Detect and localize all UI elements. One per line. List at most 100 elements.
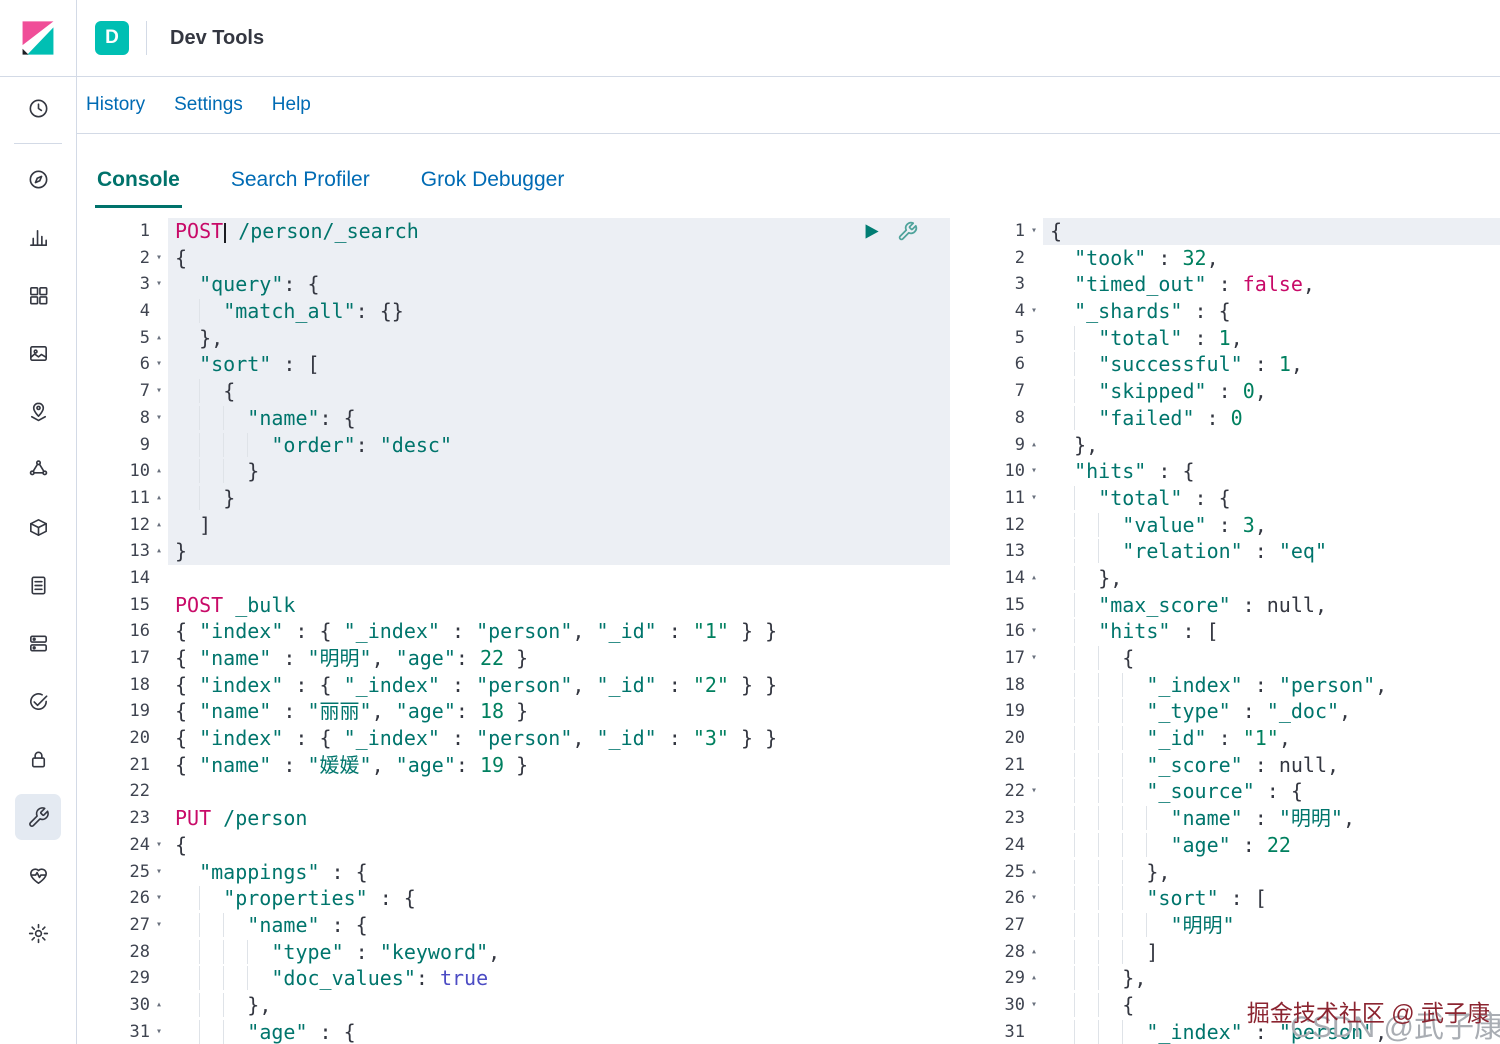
code-text[interactable]: "doc_values": true — [168, 965, 950, 992]
fold-toggle-icon[interactable]: ▾ — [150, 351, 168, 378]
fold-toggle-icon[interactable]: ▾ — [150, 859, 168, 886]
code-text[interactable]: }, — [1043, 965, 1500, 992]
code-text[interactable]: "_source" : { — [1043, 778, 1500, 805]
code-line[interactable]: 28▴ ] — [972, 939, 1500, 966]
fold-toggle-icon[interactable]: ▾ — [1025, 992, 1043, 1019]
code-text[interactable]: "total" : 1, — [1043, 325, 1500, 352]
sidebar-item-dev-tools[interactable] — [15, 794, 61, 840]
code-line[interactable]: 3▾ "query": { — [75, 271, 950, 298]
code-text[interactable]: "_index" : "person", — [1043, 672, 1500, 699]
code-text[interactable]: { — [1043, 645, 1500, 672]
fold-toggle-icon[interactable]: ▴ — [1025, 859, 1043, 886]
code-line[interactable]: 9 "order": "desc" — [75, 432, 950, 459]
code-line[interactable]: 14▴ }, — [972, 565, 1500, 592]
code-line[interactable]: 8▾ "name": { — [75, 405, 950, 432]
code-line[interactable]: 22 — [75, 778, 950, 805]
code-line[interactable]: 20 "_id" : "1", — [972, 725, 1500, 752]
fold-toggle-icon[interactable]: ▾ — [1025, 458, 1043, 485]
code-text[interactable]: "match_all": {} — [168, 298, 950, 325]
code-text[interactable]: "sort" : [ — [1043, 885, 1500, 912]
code-line[interactable]: 8 "failed" : 0 — [972, 405, 1500, 432]
code-line[interactable]: 16▾ "hits" : [ — [972, 618, 1500, 645]
fold-toggle-icon[interactable]: ▾ — [1025, 485, 1043, 512]
code-text[interactable]: ] — [168, 512, 950, 539]
code-line[interactable]: 15 "max_score" : null, — [972, 592, 1500, 619]
sidebar-item-stack-monitoring[interactable] — [15, 852, 61, 898]
code-text[interactable]: "name": { — [168, 405, 950, 432]
code-line[interactable]: 22▾ "_source" : { — [972, 778, 1500, 805]
code-line[interactable]: 31▾ "age" : { — [75, 1019, 950, 1044]
fold-toggle-icon[interactable]: ▾ — [150, 378, 168, 405]
code-text[interactable]: { "name" : "媛媛", "age": 19 } — [168, 752, 950, 779]
code-line[interactable]: 30▴ }, — [75, 992, 950, 1019]
fold-toggle-icon[interactable]: ▴ — [1025, 965, 1043, 992]
fold-toggle-icon[interactable]: ▾ — [150, 271, 168, 298]
code-line[interactable]: 1POST /person/_search — [75, 218, 950, 245]
code-text[interactable]: "max_score" : null, — [1043, 592, 1500, 619]
sidebar-item-uptime[interactable] — [15, 678, 61, 724]
code-text[interactable]: } — [168, 485, 950, 512]
code-text[interactable]: { — [168, 245, 950, 272]
send-request-button[interactable] — [862, 222, 881, 241]
code-text[interactable]: "_shards" : { — [1043, 298, 1500, 325]
code-text[interactable]: PUT /person — [168, 805, 950, 832]
code-line[interactable]: 15POST _bulk — [75, 592, 950, 619]
code-line[interactable]: 27▾ "name" : { — [75, 912, 950, 939]
request-options-button[interactable] — [897, 221, 918, 242]
code-text[interactable]: POST /person/_search — [168, 218, 950, 245]
code-line[interactable]: 27 "明明" — [972, 912, 1500, 939]
code-text[interactable]: } — [168, 538, 950, 565]
sidebar-item-dashboard[interactable] — [15, 272, 61, 318]
code-line[interactable]: 28 "type" : "keyword", — [75, 939, 950, 966]
fold-toggle-icon[interactable]: ▾ — [150, 245, 168, 272]
sidebar-item-logs[interactable] — [15, 562, 61, 608]
code-text[interactable]: }, — [1043, 432, 1500, 459]
fold-toggle-icon[interactable]: ▾ — [1025, 298, 1043, 325]
code-text[interactable]: "_score" : null, — [1043, 752, 1500, 779]
code-text[interactable]: ] — [1043, 939, 1500, 966]
settings-link[interactable]: Settings — [174, 94, 243, 116]
sidebar-item-visualize[interactable] — [15, 214, 61, 260]
sidebar-item-apm[interactable] — [15, 620, 61, 666]
code-line[interactable]: 24▾{ — [75, 832, 950, 859]
code-line[interactable]: 4 "match_all": {} — [75, 298, 950, 325]
code-line[interactable]: 18 "_index" : "person", — [972, 672, 1500, 699]
code-line[interactable]: 18{ "index" : { "_index" : "person", "_i… — [75, 672, 950, 699]
code-text[interactable]: { — [1043, 218, 1500, 245]
fold-toggle-icon[interactable]: ▾ — [150, 832, 168, 859]
code-line[interactable]: 25▾ "mappings" : { — [75, 859, 950, 886]
code-text[interactable]: }, — [168, 992, 950, 1019]
code-text[interactable]: "_type" : "_doc", — [1043, 698, 1500, 725]
code-line[interactable]: 13▴} — [75, 538, 950, 565]
code-line[interactable]: 11▴ } — [75, 485, 950, 512]
fold-toggle-icon[interactable]: ▴ — [150, 512, 168, 539]
fold-toggle-icon[interactable]: ▴ — [1025, 939, 1043, 966]
code-text[interactable]: "total" : { — [1043, 485, 1500, 512]
code-text[interactable]: } — [168, 458, 950, 485]
code-text[interactable]: }, — [1043, 859, 1500, 886]
fold-toggle-icon[interactable]: ▴ — [150, 458, 168, 485]
code-line[interactable]: 2 "took" : 32, — [972, 245, 1500, 272]
fold-toggle-icon[interactable]: ▴ — [150, 992, 168, 1019]
sidebar-item-metrics[interactable] — [15, 504, 61, 550]
fold-toggle-icon[interactable]: ▾ — [1025, 618, 1043, 645]
code-text[interactable] — [168, 778, 950, 805]
code-line[interactable]: 14 — [75, 565, 950, 592]
code-text[interactable]: "name" : "明明", — [1043, 805, 1500, 832]
code-line[interactable]: 19{ "name" : "丽丽", "age": 18 } — [75, 698, 950, 725]
code-text[interactable]: "age" : { — [168, 1019, 950, 1044]
code-text[interactable]: "skipped" : 0, — [1043, 378, 1500, 405]
code-text[interactable]: "value" : 3, — [1043, 512, 1500, 539]
sidebar-item-recently-viewed[interactable] — [15, 85, 61, 131]
code-text[interactable]: "query": { — [168, 271, 950, 298]
fold-toggle-icon[interactable]: ▾ — [1025, 218, 1043, 245]
code-line[interactable]: 10▴ } — [75, 458, 950, 485]
code-text[interactable]: { "name" : "丽丽", "age": 18 } — [168, 698, 950, 725]
code-text[interactable]: "hits" : { — [1043, 458, 1500, 485]
help-link[interactable]: Help — [272, 94, 311, 116]
fold-toggle-icon[interactable]: ▾ — [150, 405, 168, 432]
code-text[interactable]: "took" : 32, — [1043, 245, 1500, 272]
code-text[interactable]: "type" : "keyword", — [168, 939, 950, 966]
code-line[interactable]: 13 "relation" : "eq" — [972, 538, 1500, 565]
code-line[interactable]: 29 "doc_values": true — [75, 965, 950, 992]
